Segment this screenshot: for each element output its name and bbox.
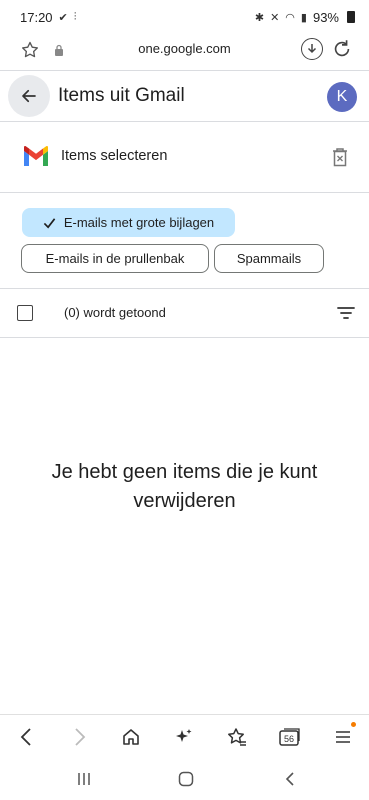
chip-label: Spammails <box>236 251 302 266</box>
page-title: Items uit Gmail <box>58 85 185 106</box>
chip-spam-emails[interactable]: Spammails <box>214 244 324 273</box>
voice-notification-icon: ⫶ <box>73 10 77 23</box>
system-navigation-bar <box>0 758 369 800</box>
divider <box>0 337 369 338</box>
status-time: 17:20 <box>20 9 53 25</box>
tabs-icon[interactable]: 56 <box>277 725 303 749</box>
select-all-checkbox[interactable] <box>17 305 33 321</box>
avatar[interactable]: K <box>327 82 357 112</box>
sparkle-icon[interactable] <box>172 725 196 749</box>
list-header: (0) wordt getoond <box>0 289 369 337</box>
arrow-left-icon <box>22 89 36 103</box>
chip-label: E-mails met grote bijlagen <box>63 215 215 230</box>
items-select-label: Items selecteren <box>61 148 168 164</box>
empty-state-message: Je hebt geen items die je kunt verwijder… <box>51 461 318 512</box>
url-bar[interactable]: one.google.com <box>0 34 369 66</box>
sort-filter-icon[interactable] <box>337 306 355 325</box>
download-icon[interactable] <box>301 38 323 60</box>
mute-icon: ✕ <box>270 11 280 24</box>
back-button[interactable] <box>8 75 50 117</box>
battery-icon <box>347 11 355 23</box>
tab-count: 56 <box>283 734 294 744</box>
bluetooth-icon: ✱ <box>254 11 265 24</box>
home-button-icon[interactable] <box>176 769 196 789</box>
delete-icon[interactable] <box>331 147 349 172</box>
gmail-logo-icon <box>22 145 50 173</box>
battery-percent: 93% <box>312 9 339 25</box>
wifi-icon: ◠ <box>285 11 295 24</box>
chip-large-attachments[interactable]: E-mails met grote bijlagen <box>22 208 235 237</box>
bookmarks-icon[interactable] <box>225 725 249 749</box>
shown-count: (0) wordt getoond <box>64 305 166 320</box>
notification-dot <box>351 722 356 727</box>
divider <box>0 192 369 193</box>
check-notification-icon: ✔ <box>58 11 68 24</box>
menu-icon[interactable] <box>331 725 355 749</box>
chip-label: E-mails in de prullenbak <box>45 251 185 266</box>
app-header: Items uit Gmail K <box>0 71 369 121</box>
status-bar: 17:20 ✔ ⫶ ✱ ✕ ◠ ▮ 93% <box>0 0 369 34</box>
chip-trash-emails[interactable]: E-mails in de prullenbak <box>21 244 209 273</box>
signal-icon: ▮ <box>300 11 307 24</box>
back-button-icon[interactable] <box>280 769 300 789</box>
browser-toolbar: 56 <box>0 714 369 758</box>
back-nav-icon[interactable] <box>14 725 38 749</box>
recent-apps-icon[interactable] <box>74 769 94 789</box>
home-icon[interactable] <box>119 725 143 749</box>
reload-icon[interactable] <box>331 38 353 65</box>
items-select-row: Items selecteren <box>0 122 369 192</box>
forward-nav-icon[interactable] <box>68 725 92 749</box>
check-icon <box>43 217 56 228</box>
